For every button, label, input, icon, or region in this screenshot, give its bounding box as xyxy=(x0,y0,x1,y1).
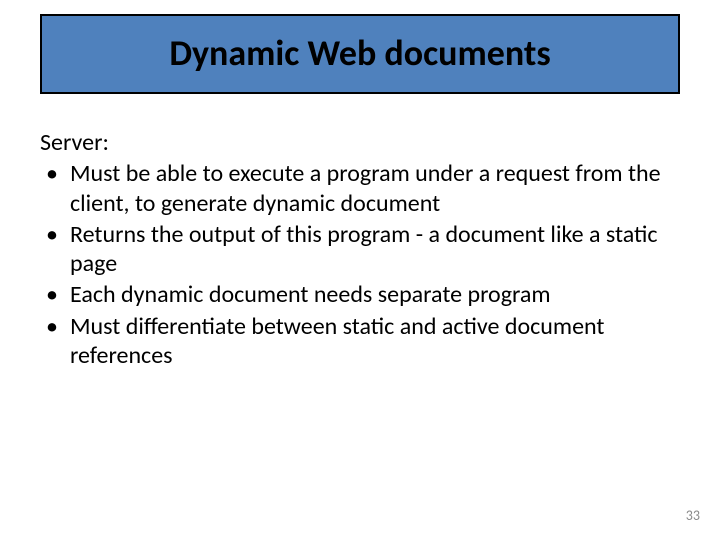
lead-line: Server: xyxy=(40,128,680,157)
slide: Dynamic Web documents Server: Must be ab… xyxy=(0,0,720,540)
slide-title: Dynamic Web documents xyxy=(169,34,550,74)
list-item: Must be able to execute a program under … xyxy=(40,159,680,218)
page-number: 33 xyxy=(686,507,700,524)
title-box: Dynamic Web documents xyxy=(40,14,680,94)
bullet-list: Must be able to execute a program under … xyxy=(40,159,680,370)
list-item: Must differentiate between static and ac… xyxy=(40,312,680,371)
list-item: Returns the output of this program - a d… xyxy=(40,220,680,279)
body-text: Server: Must be able to execute a progra… xyxy=(40,128,680,372)
list-item: Each dynamic document needs separate pro… xyxy=(40,280,680,309)
